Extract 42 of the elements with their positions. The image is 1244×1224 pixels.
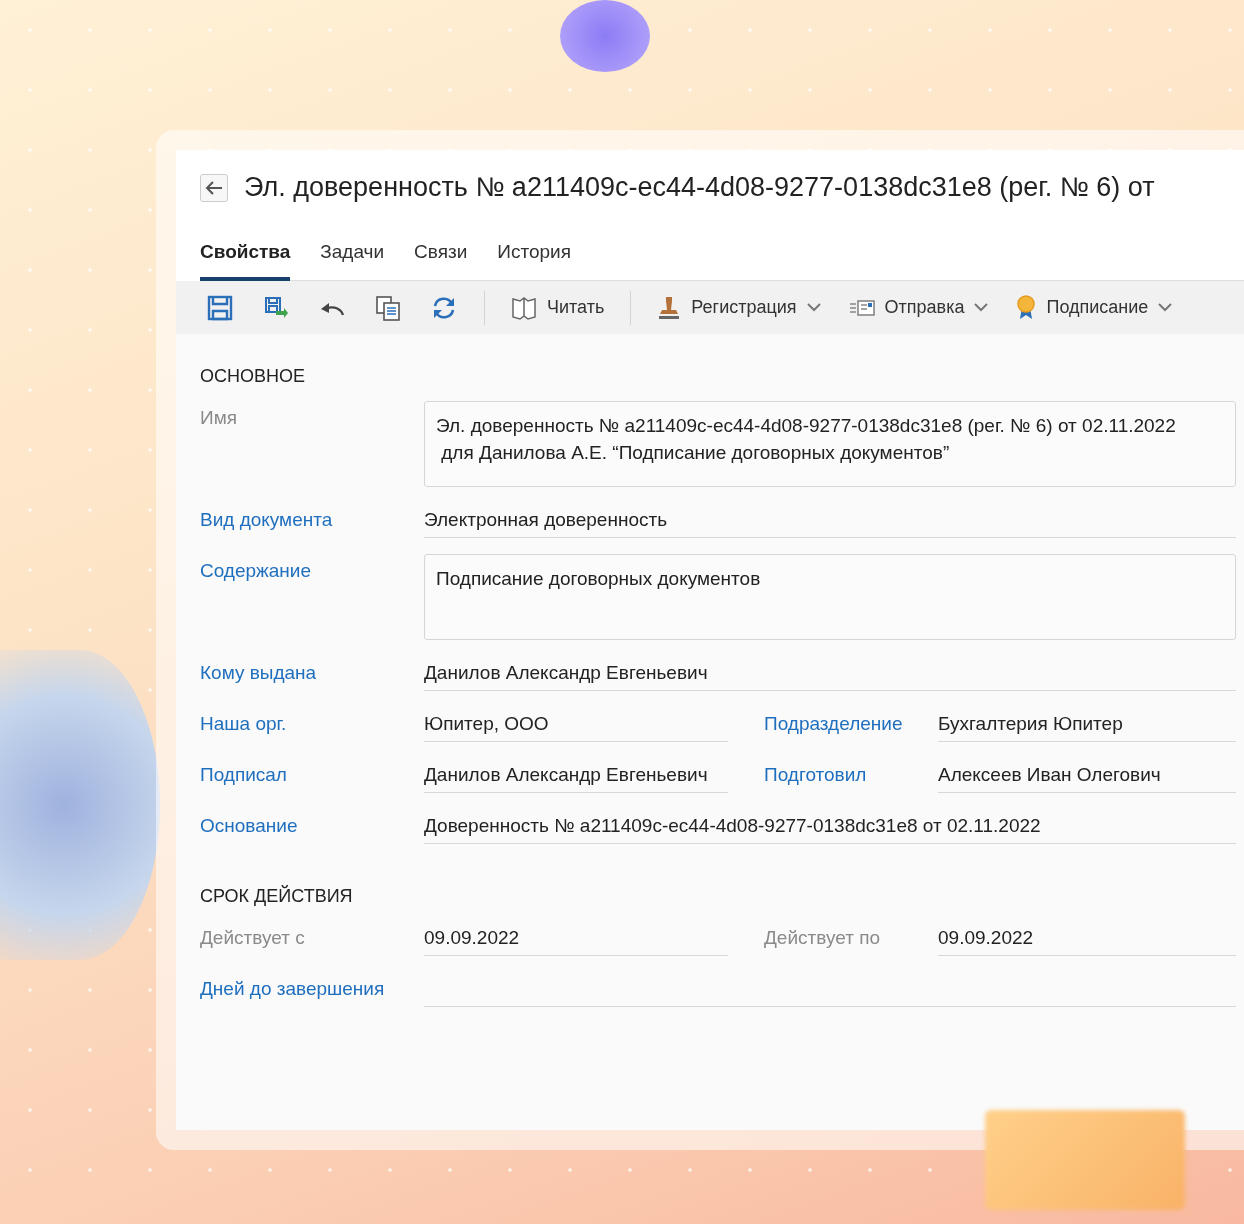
envelope-list-icon xyxy=(848,298,875,317)
input-field[interactable]: Электронная доверенность xyxy=(424,503,1236,538)
field-label: Действует с xyxy=(200,926,306,949)
tab[interactable]: Задачи xyxy=(320,241,385,281)
field-label[interactable]: Наша орг. xyxy=(200,707,424,735)
toolbar-button[interactable]: Отправка xyxy=(834,287,1003,328)
input-field[interactable]: Данилов Александр Евгеньевич xyxy=(424,758,728,793)
input-field[interactable]: Данилов Александр Евгеньевич xyxy=(424,656,1236,691)
back-button[interactable] xyxy=(200,173,228,202)
field-label[interactable]: Содержание xyxy=(200,554,424,582)
field-label[interactable]: Вид документа xyxy=(200,503,424,531)
input-field[interactable]: Юпитер, ООО xyxy=(424,707,728,742)
document-title: Эл. доверенность № a211409c-ec44-4d08-9277-0138dc31e8 (рег. № 6) от xyxy=(244,172,1155,203)
input-field[interactable]: Бухгалтерия Юпитер xyxy=(938,707,1236,742)
text-area[interactable]: Подписание договорных документов xyxy=(424,554,1236,640)
toolbar-button[interactable]: Регистрация xyxy=(643,287,835,328)
text-area[interactable]: Эл. доверенность № a211409c-ec44-4d08-9277-0138dc31e8 (рег. № 6) от 02.11.2022 для Данилова А.Е. “Подписание договорных документов” xyxy=(424,401,1236,487)
input-field[interactable]: 09.09.2022 xyxy=(424,921,728,956)
field-label: Имя xyxy=(200,406,238,429)
book-icon xyxy=(511,295,537,320)
toolbar-button[interactable]: Читать xyxy=(497,287,619,328)
toolbar-button[interactable]: Подписание xyxy=(1002,287,1187,328)
field-label[interactable]: Дней до завершения xyxy=(200,972,424,1000)
copy-document-icon xyxy=(375,294,401,321)
input-field[interactable]: Алексеев Иван Олегович xyxy=(938,758,1236,793)
section-heading: СРОК ДЕЙСТВИЯ xyxy=(200,886,354,907)
medal-icon xyxy=(1016,294,1037,321)
field-label[interactable]: Подготовил xyxy=(764,758,938,786)
field-label[interactable]: Основание xyxy=(200,809,424,837)
stamp-icon xyxy=(657,294,682,321)
field-label: Действует по xyxy=(764,926,881,949)
input-field[interactable]: 09.09.2022 xyxy=(938,921,1236,956)
input-field[interactable]: Доверенность № a211409c-ec44-4d08-9277-0138dc31e8 от 02.11.2022 xyxy=(424,809,1236,844)
refresh-icon xyxy=(431,294,457,321)
field-label[interactable]: Подразделение xyxy=(764,707,938,735)
save-icon xyxy=(207,294,233,321)
field-label[interactable]: Подписал xyxy=(200,758,424,786)
section-heading: ОСНОВНОЕ xyxy=(200,366,306,387)
tab[interactable]: Связи xyxy=(414,241,468,281)
field-label[interactable]: Кому выдана xyxy=(200,656,424,684)
tab[interactable]: История xyxy=(497,241,571,281)
back-arrow-icon xyxy=(205,180,223,195)
